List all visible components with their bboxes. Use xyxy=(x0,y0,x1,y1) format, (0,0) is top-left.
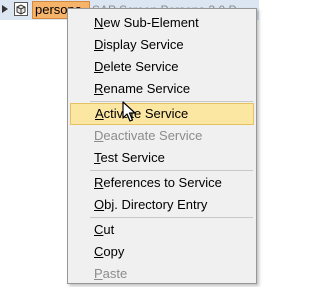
menu-accelerator: A xyxy=(95,106,104,121)
menu-item-label: eactivate Service xyxy=(103,128,203,143)
menu-item-label: ut xyxy=(103,222,115,237)
menu-accelerator: N xyxy=(94,15,104,30)
menu-item-label: elete Service xyxy=(103,59,179,74)
menu-item-label: bj. Directory Entry xyxy=(104,197,208,212)
menu-item-label: isplay Service xyxy=(103,37,184,52)
menu-separator xyxy=(90,101,253,102)
menu-item-test-service[interactable]: Test Service xyxy=(70,147,254,169)
menu-item-label: eferences to Service xyxy=(103,175,222,190)
menu-separator xyxy=(90,217,253,218)
menu-accelerator: D xyxy=(94,128,104,143)
menu-item-new-sub-element[interactable]: New Sub-Element xyxy=(70,12,254,34)
expand-arrow-icon[interactable] xyxy=(2,5,8,13)
menu-separator xyxy=(90,170,253,171)
menu-item-display-service[interactable]: Display Service xyxy=(70,34,254,56)
menu-item-obj-directory-entry[interactable]: Obj. Directory Entry xyxy=(70,194,254,216)
menu-accelerator: O xyxy=(94,197,105,212)
menu-accelerator: R xyxy=(94,175,104,190)
menu-item-delete-service[interactable]: Delete Service xyxy=(70,56,254,78)
mouse-cursor-icon xyxy=(122,101,136,122)
menu-accelerator: R xyxy=(94,81,104,96)
menu-item-paste: Paste xyxy=(70,263,254,285)
menu-item-label: ew Sub-Element xyxy=(103,15,199,30)
menu-item-references-to-service[interactable]: References to Service xyxy=(70,172,254,194)
menu-accelerator: D xyxy=(94,37,104,52)
menu-accelerator: D xyxy=(94,59,104,74)
menu-item-label: opy xyxy=(103,244,125,259)
menu-item-deactivate-service: Deactivate Service xyxy=(70,125,254,147)
package-icon xyxy=(14,2,28,16)
menu-item-label: ename Service xyxy=(103,81,191,96)
menu-item-copy[interactable]: Copy xyxy=(70,241,254,263)
menu-item-rename-service[interactable]: Rename Service xyxy=(70,78,254,100)
menu-item-label: est Service xyxy=(100,150,165,165)
menu-accelerator: P xyxy=(94,266,103,281)
menu-accelerator: C xyxy=(94,222,104,237)
menu-item-label: ctivate Service xyxy=(103,106,189,121)
menu-item-activate-service[interactable]: Activate Service xyxy=(70,103,254,125)
context-menu: New Sub-Element Display Service Delete S… xyxy=(67,8,257,284)
menu-item-label: aste xyxy=(102,266,128,281)
menu-accelerator: C xyxy=(94,244,104,259)
menu-item-cut[interactable]: Cut xyxy=(70,219,254,241)
